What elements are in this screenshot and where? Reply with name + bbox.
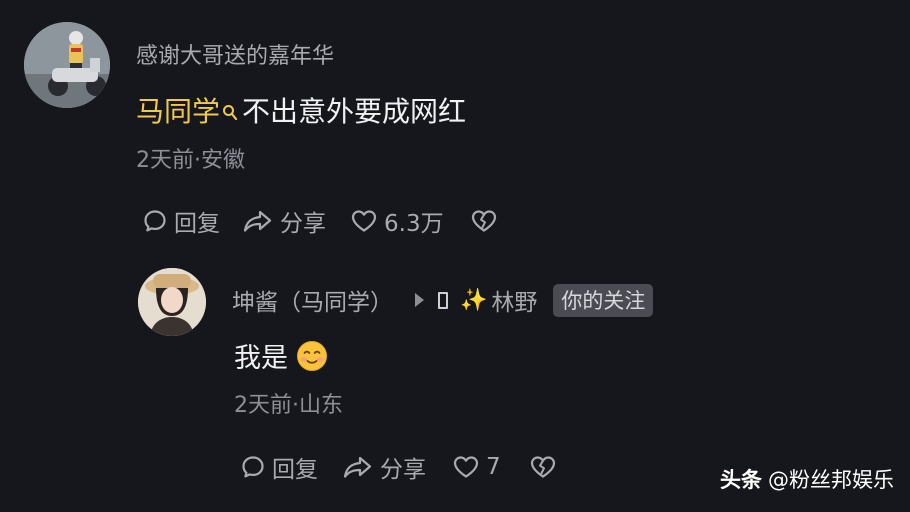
comment-meta: 2天前·安徽 <box>136 148 245 173</box>
reply-body: 我是 <box>234 336 328 375</box>
reply-actions: 回复 分享 7 <box>240 450 557 484</box>
share-arrow-icon <box>243 210 272 232</box>
heart-icon <box>453 456 479 478</box>
avatar[interactable] <box>24 22 110 108</box>
watermark-account: @粉丝邦娱乐 <box>768 468 894 492</box>
comment-text: 不出意外要成网红 <box>242 95 467 128</box>
reply-dislike-button[interactable] <box>529 454 557 480</box>
like-count: 6.3万 <box>384 211 444 237</box>
reply-label: 回复 <box>174 211 220 237</box>
reply-username[interactable]: 坤酱（马同学） <box>232 283 393 317</box>
reply-button[interactable]: 回复 <box>142 204 220 238</box>
reply-like-button[interactable]: 7 <box>452 454 501 480</box>
comment-bubble-icon <box>144 210 166 232</box>
broken-heart-icon <box>530 456 555 478</box>
reply-share-label: 分享 <box>380 457 426 483</box>
placeholder-glyph-icon <box>438 291 448 309</box>
search-icon[interactable] <box>222 96 238 121</box>
reply-target-name[interactable]: 林野 <box>491 283 537 317</box>
comment-username[interactable]: 感谢大哥送的嘉年华 <box>136 38 334 70</box>
watermark-brand: 头条 <box>720 468 762 492</box>
reply-share-button[interactable]: 分享 <box>342 450 426 484</box>
like-button[interactable]: 6.3万 <box>350 204 444 238</box>
reply-avatar-image <box>138 268 206 336</box>
share-label: 分享 <box>280 211 326 237</box>
mention-link[interactable]: 马同学 <box>136 90 220 130</box>
following-badge: 你的关注 <box>553 283 654 317</box>
reply-reply-label: 回复 <box>272 457 318 483</box>
reply-text: 我是 <box>234 343 288 374</box>
broken-heart-icon <box>471 210 496 232</box>
reply-header: 坤酱（马同学） ✨ 林野 你的关注 <box>232 283 654 317</box>
comment-actions: 回复 分享 6.3万 <box>142 204 498 238</box>
smiling-face-emoji <box>297 340 327 371</box>
dislike-button[interactable] <box>470 208 498 234</box>
comment-body: 马同学 不出意外要成网红 <box>136 90 466 130</box>
share-arrow-icon <box>343 456 372 478</box>
reply-reply-button[interactable]: 回复 <box>240 450 318 484</box>
sparkle-icon: ✨ <box>460 287 488 313</box>
comment-thread: 感谢大哥送的嘉年华 马同学 不出意外要成网红 2天前·安徽 回复 分享 6.3万… <box>0 0 910 512</box>
watermark: 头条 @粉丝邦娱乐 <box>720 464 894 494</box>
reply-like-count: 7 <box>486 454 501 480</box>
share-button[interactable]: 分享 <box>242 204 326 238</box>
reply-avatar[interactable] <box>138 268 206 336</box>
heart-icon <box>351 210 377 232</box>
comment-bubble-icon <box>242 456 264 478</box>
avatar-image <box>24 22 110 108</box>
reply-to-arrow-icon <box>415 293 424 307</box>
reply-meta: 2天前·山东 <box>234 393 343 418</box>
